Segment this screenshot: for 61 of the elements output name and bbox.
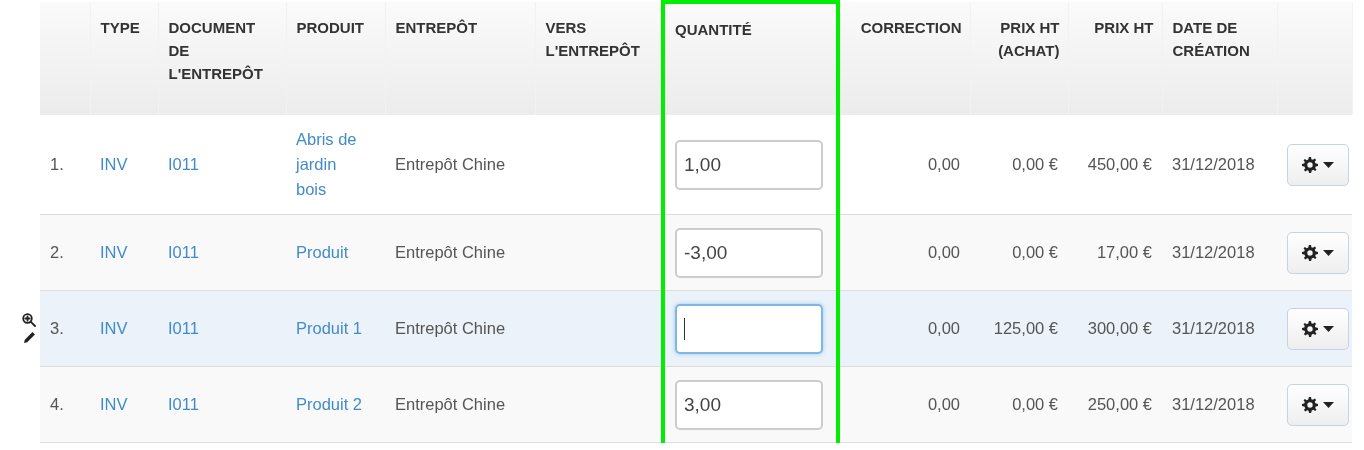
caret-icon [1323, 161, 1334, 168]
creation-date: 31/12/2018 [1172, 319, 1255, 337]
row-number: 3. [50, 319, 64, 337]
zoom-in-icon[interactable] [22, 313, 36, 327]
column-header: DATE DE CRÉATION [1172, 19, 1250, 59]
column-header: ENTREPÔT [395, 19, 478, 36]
correction-value: 0,00 [927, 155, 960, 173]
type-link[interactable]: INV [100, 243, 128, 261]
column-header: CORRECTION [860, 19, 962, 36]
gear-icon [1302, 156, 1318, 173]
price: 17,00 € [1096, 243, 1152, 261]
warehouse-text: Entrepôt Chine [395, 319, 506, 337]
caret-icon [1323, 325, 1334, 332]
purchase-price: 0,00 € [1012, 243, 1058, 261]
price: 450,00 € [1087, 155, 1152, 173]
quantity-input[interactable]: 1,00 [675, 139, 823, 190]
type-link[interactable]: INV [100, 155, 128, 173]
column-header: TYPE [100, 19, 140, 36]
creation-date: 31/12/2018 [1172, 155, 1255, 173]
column-header: QUANTITÉ [675, 21, 752, 38]
actions-button[interactable] [1287, 383, 1349, 426]
warehouse-text: Entrepôt Chine [395, 395, 506, 413]
type-link[interactable]: INV [100, 319, 128, 337]
column-header: PRIX HT [1094, 19, 1154, 36]
row-number: 4. [50, 395, 64, 413]
column-header: PRIX HT (ACHAT) [998, 19, 1060, 59]
column-header: PRODUIT [296, 19, 364, 36]
actions-button[interactable] [1287, 307, 1349, 350]
caret-icon [1323, 401, 1334, 408]
quantity-input[interactable]: -3,00 [675, 227, 823, 278]
correction-value: 0,00 [927, 319, 960, 337]
document-link[interactable]: I011 [168, 155, 199, 173]
warehouse-text: Entrepôt Chine [395, 243, 506, 261]
type-link[interactable]: INV [100, 395, 128, 413]
product-link[interactable]: Abris de jardin bois [296, 127, 368, 202]
document-link[interactable]: I011 [168, 319, 199, 337]
quantity-input[interactable] [675, 303, 823, 354]
gear-icon [1302, 244, 1318, 261]
row-number: 2. [50, 243, 64, 261]
document-link[interactable]: I011 [168, 243, 199, 261]
document-link[interactable]: I011 [168, 395, 199, 413]
caret-icon [1323, 249, 1334, 256]
quantity-input[interactable]: 3,00 [675, 379, 823, 430]
creation-date: 31/12/2018 [1172, 395, 1255, 413]
price: 300,00 € [1087, 319, 1152, 337]
row-number: 1. [50, 155, 64, 173]
gear-icon [1302, 396, 1318, 413]
purchase-price: 0,00 € [1012, 155, 1058, 173]
actions-button[interactable] [1287, 231, 1349, 274]
pencil-icon[interactable] [23, 331, 36, 344]
purchase-price: 125,00 € [993, 319, 1058, 337]
creation-date: 31/12/2018 [1172, 243, 1255, 261]
correction-value: 0,00 [927, 243, 960, 261]
warehouse-text: Entrepôt Chine [395, 155, 506, 173]
correction-value: 0,00 [927, 395, 960, 413]
column-header: VERS L'ENTREPÔT [545, 19, 640, 59]
price: 250,00 € [1087, 395, 1152, 413]
gear-icon [1302, 320, 1318, 337]
purchase-price: 0,00 € [1012, 395, 1058, 413]
column-header: DOCUMENT DE L'ENTREPÔT [168, 19, 263, 82]
actions-button[interactable] [1287, 143, 1349, 186]
